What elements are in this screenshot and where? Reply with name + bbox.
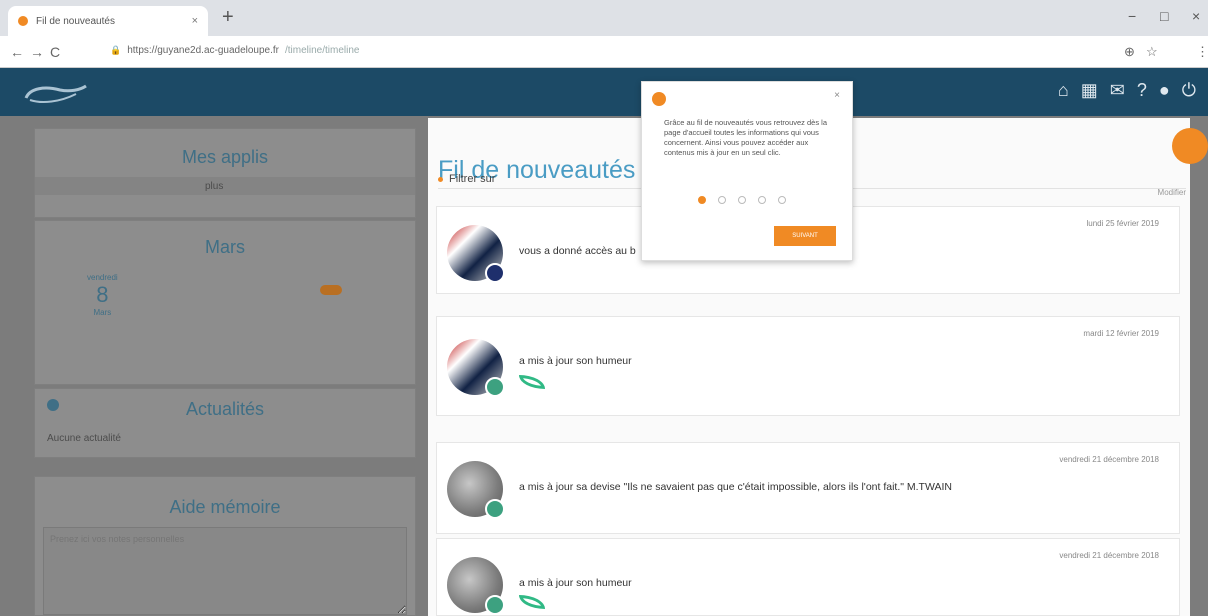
user-badge-icon <box>485 377 505 397</box>
post-date: vendredi 21 décembre 2018 <box>1059 551 1159 560</box>
side-link[interactable]: Modifier <box>1158 188 1186 197</box>
post-text: a mis à jour son humeur <box>519 577 632 589</box>
logo-icon[interactable] <box>20 78 90 106</box>
tooltip-close-button[interactable]: × <box>834 90 840 101</box>
browser-tab[interactable]: Fil de nouveautés × <box>8 6 208 36</box>
info-icon <box>652 92 666 106</box>
header-icons: ⌂ ▦ ✉ ? ● ⏻ <box>1058 80 1196 101</box>
pagination-dot[interactable] <box>738 196 746 204</box>
pagination-dot[interactable] <box>718 196 726 204</box>
memo-card: Aide mémoire <box>34 476 416 616</box>
close-window-button[interactable]: × <box>1192 8 1200 24</box>
url-domain: https://guyane2d.ac-guadeloupe.fr <box>127 45 279 56</box>
feed-post-3: vendredi 21 décembre 2018 a mis à jour s… <box>436 442 1180 534</box>
pagination-dot[interactable] <box>758 196 766 204</box>
filter-label: Filtrer sur <box>449 173 496 185</box>
new-tab-button[interactable]: + <box>222 6 234 29</box>
memo-title: Aide mémoire <box>169 497 281 517</box>
memo-textarea[interactable] <box>43 527 407 615</box>
gear-icon[interactable] <box>47 399 59 411</box>
pagination-dot[interactable] <box>778 196 786 204</box>
apps-title: Mes applis <box>181 147 269 167</box>
onboarding-tooltip: × Grâce au fil de nouveautés vous retrou… <box>641 81 853 261</box>
mail-icon[interactable]: ✉ <box>1110 80 1125 101</box>
tooltip-pagination <box>698 196 786 204</box>
apps-grid-icon[interactable]: ▦ <box>1081 80 1098 101</box>
news-title: Actualités <box>185 399 265 419</box>
post-date: lundi 25 février 2019 <box>1086 219 1160 228</box>
address-bar: ← → C 🔒 https://guyane2d.ac-guadeloupe.f… <box>0 36 1208 93</box>
zoom-icon[interactable]: ⊕ <box>1124 44 1135 60</box>
pagination-dot[interactable] <box>698 196 706 204</box>
post-date: mardi 12 février 2019 <box>1083 329 1159 338</box>
menu-icon[interactable]: ⋮ <box>1196 44 1208 60</box>
browser-tab-strip: Fil de nouveautés × + − □ × <box>0 0 1208 36</box>
calendar-grid[interactable] <box>205 253 405 343</box>
leaf-icon <box>519 375 545 389</box>
calendar-day-number: 8 <box>96 282 109 307</box>
news-item: Aucune actualité <box>47 433 121 444</box>
favicon-icon <box>18 16 28 26</box>
apps-item[interactable]: plus <box>35 177 415 195</box>
reload-button[interactable]: C <box>50 44 60 60</box>
tab-close-icon[interactable]: × <box>192 15 198 27</box>
calendar-current-day[interactable] <box>320 285 342 295</box>
filter-toggle[interactable]: Filtrer sur <box>438 173 495 185</box>
share-badge-icon <box>485 263 505 283</box>
user-badge-icon <box>485 499 505 519</box>
user-icon[interactable]: ● <box>1159 80 1170 101</box>
news-card: Actualités Aucune actualité <box>34 388 416 458</box>
filter-dot-icon <box>438 177 443 182</box>
back-button[interactable]: ← <box>10 44 24 60</box>
post-date: vendredi 21 décembre 2018 <box>1059 455 1159 464</box>
feed-post-2: mardi 12 février 2019 a mis à jour son h… <box>436 316 1180 416</box>
lock-icon: 🔒 <box>110 45 122 55</box>
power-icon[interactable]: ⏻ <box>1182 80 1196 101</box>
url-field[interactable]: 🔒 https://guyane2d.ac-guadeloupe.fr/time… <box>110 45 359 56</box>
post-text: a mis à jour son humeur <box>519 355 632 367</box>
tab-title: Fil de nouveautés <box>36 15 115 27</box>
apps-card: Mes applis plus <box>34 128 416 218</box>
app-header: ⌂ ▦ ✉ ? ● ⏻ <box>0 68 1208 116</box>
url-path: /timeline/timeline <box>285 45 360 56</box>
user-badge-icon <box>485 595 505 615</box>
minimize-button[interactable]: − <box>1128 8 1136 24</box>
leaf-icon <box>519 595 545 609</box>
feed-post-4: vendredi 21 décembre 2018 a mis à jour s… <box>436 538 1180 616</box>
tooltip-text: Grâce au fil de nouveautés vous retrouve… <box>664 118 828 158</box>
calendar-today: vendredi 8 Mars <box>87 273 118 317</box>
calendar-card: Mars vendredi 8 Mars <box>34 220 416 385</box>
maximize-button[interactable]: □ <box>1160 8 1168 24</box>
home-icon[interactable]: ⌂ <box>1058 80 1069 101</box>
side-action-button[interactable] <box>1172 128 1208 164</box>
post-text: vous a donné accès au b <box>519 245 636 257</box>
post-text: a mis à jour sa devise "Ils ne savaient … <box>519 481 952 493</box>
help-icon[interactable]: ? <box>1137 80 1147 101</box>
next-button[interactable]: SUIVANT <box>774 226 836 246</box>
forward-button[interactable]: → <box>30 44 44 60</box>
star-icon[interactable]: ☆ <box>1146 44 1158 60</box>
calendar-day-name: vendredi <box>87 273 118 282</box>
calendar-month-short: Mars <box>93 308 112 317</box>
